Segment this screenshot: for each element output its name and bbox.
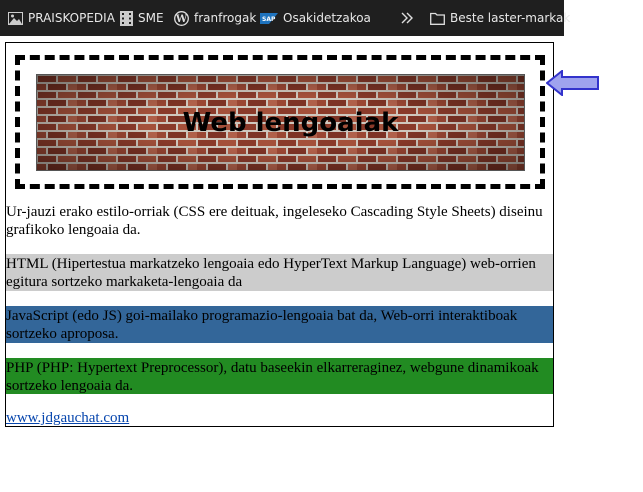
bookmark-label: franfrogak bbox=[194, 11, 257, 25]
banner: Web lengoaiak bbox=[36, 74, 525, 171]
bookmark-osakidetzakoa[interactable]: SAP Osakidetzakoa bbox=[260, 0, 371, 36]
php-text: PHP (PHP: Hypertext Preprocessor), datu … bbox=[6, 360, 539, 394]
bookmark-sme[interactable]: SME bbox=[120, 0, 164, 36]
css-paragraph: Ur-jauzi erako estilo-orriak (CSS ere de… bbox=[6, 204, 543, 238]
arrow-left-icon bbox=[546, 70, 599, 96]
bookmark-praiskopedia[interactable]: PRAISKOPEDIA bbox=[8, 0, 115, 36]
wordpress-icon: W bbox=[174, 10, 189, 26]
folder-icon bbox=[430, 12, 445, 25]
svg-text:W: W bbox=[175, 14, 188, 25]
site-link[interactable]: www.jdgauchat.com bbox=[6, 410, 129, 427]
bookmark-franfrogak[interactable]: W franfrogak bbox=[174, 0, 256, 36]
other-bookmarks-folder[interactable]: Beste laster-markak bbox=[430, 0, 570, 36]
bookmarks-bar: PRAISKOPEDIA SME W franfrogak SAP Osakid… bbox=[0, 0, 570, 36]
bookmark-label: PRAISKOPEDIA bbox=[28, 11, 115, 25]
folder-label: Beste laster-markak bbox=[450, 11, 571, 25]
sap-icon: SAP bbox=[260, 12, 278, 24]
svg-text:SAP: SAP bbox=[262, 16, 276, 23]
php-paragraph: PHP (PHP: Hypertext Preprocessor), datu … bbox=[6, 358, 553, 394]
page-title: Web lengoaiak bbox=[182, 107, 399, 138]
image-icon bbox=[8, 11, 23, 25]
html-text: HTML (Hipertestua markatzeko lengoaia ed… bbox=[6, 256, 536, 290]
bookmark-label: Osakidetzakoa bbox=[283, 11, 371, 25]
chevron-double-right-icon bbox=[401, 12, 413, 24]
more-bookmarks-button[interactable] bbox=[400, 0, 419, 36]
js-paragraph: JavaScript (edo JS) goi-mailako programa… bbox=[6, 306, 553, 343]
film-icon bbox=[120, 10, 133, 26]
html-paragraph: HTML (Hipertestua markatzeko lengoaia ed… bbox=[6, 254, 553, 291]
js-text: JavaScript (edo JS) goi-mailako programa… bbox=[6, 308, 518, 342]
bookmark-label: SME bbox=[138, 11, 164, 25]
